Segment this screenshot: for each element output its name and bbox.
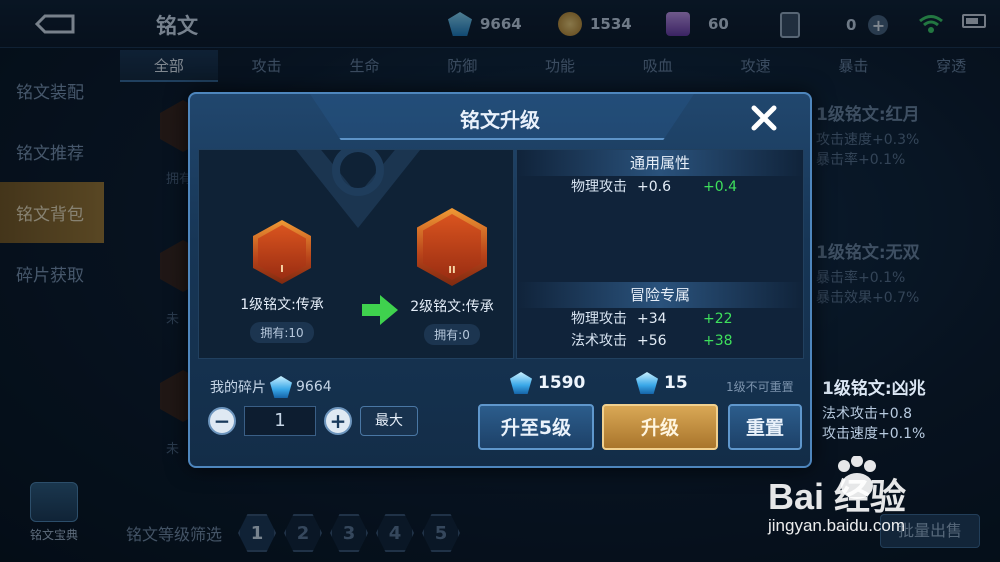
increase-button[interactable]: + [324,407,352,435]
reset-note: 1级不可重置 [726,380,794,394]
rune-level-numeral: I [258,225,306,279]
next-rune: II 2级铭文:传承 拥有:0 [377,208,513,345]
current-rune: I 1级铭文:传承 拥有:10 [207,220,357,343]
crystal-icon [270,376,292,398]
crystal-icon [636,372,658,394]
upgrade-controls: 我的碎片 9664 − 1 + 最大 1590 15 1级不可重置 升至5级 升… [198,362,804,460]
current-rune-name: 1级铭文:传承 [240,297,324,313]
reset-button[interactable]: 重置 [728,404,802,450]
quantity-input[interactable]: 1 [244,406,316,436]
next-rune-owned: 拥有:0 [424,324,480,345]
upgrade-cost: 15 [636,372,688,394]
watermark-url: jingyan.baidu.com [768,516,906,535]
rune-level-numeral: II [423,214,481,280]
rune-card-title: 1级铭文:凶兆 [822,379,926,399]
upgrade-to5-cost: 1590 [510,372,585,394]
minus-icon: − [213,409,231,433]
attribute-value: +0.6 [637,179,671,195]
upgrade-to5-cost-value: 1590 [538,373,586,393]
plus-icon: + [329,409,347,433]
attribute-name: 物理攻击 [571,179,627,195]
fragments-value: 9664 [296,379,332,395]
adventure-attributes-header: 冒险专属 [517,282,803,308]
rune-card-stat: 攻击速度+0.1% [822,426,926,442]
current-rune-owned: 拥有:10 [250,322,314,343]
attribute-row: 物理攻击 +0.6 +0.4 [517,176,803,198]
attribute-panel: 通用属性 物理攻击 +0.6 +0.4 冒险专属 物理攻击 +34 +22 法术… [516,149,804,359]
close-button[interactable] [746,100,782,136]
rune-card-xiongzhao[interactable]: 1级铭文:凶兆 法术攻击+0.8 攻击速度+0.1% [822,374,1000,443]
upgrade-cost-value: 15 [664,373,688,393]
crystal-icon [510,372,532,394]
attribute-name: 法术攻击 [571,333,627,349]
attribute-increase: +0.4 [703,179,737,195]
rune-preview-panel: I 1级铭文:传承 拥有:10 II 2级铭文:传承 拥有:0 [198,149,514,359]
dialog-title: 铭文升级 [460,108,540,132]
rune-level2-icon: II [417,208,487,286]
close-icon [751,105,777,131]
next-rune-name: 2级铭文:传承 [410,299,494,315]
upgrade-to-5-button[interactable]: 升至5级 [478,404,594,450]
watermark-brand: Bai 经验 [768,476,907,517]
watermark: Bai 经验 jingyan.baidu.com [760,456,990,546]
general-attributes-header: 通用属性 [517,150,803,176]
decrease-button[interactable]: − [208,407,236,435]
upgrade-button[interactable]: 升级 [602,404,718,450]
attribute-increase: +22 [703,311,733,327]
attribute-row: 物理攻击 +34 +22 [517,308,803,330]
fragments-label: 我的碎片 [210,380,266,396]
attribute-value: +56 [637,333,667,349]
attribute-value: +34 [637,311,667,327]
attribute-name: 物理攻击 [571,311,627,327]
max-button[interactable]: 最大 [360,406,418,436]
attribute-row: 法术攻击 +56 +38 [517,330,803,352]
rune-card-stat: 法术攻击+0.8 [822,406,912,422]
rune-upgrade-dialog: 铭文升级 I 1级铭文:传承 拥有:10 II 2级铭文:传承 拥有:0 通用属… [188,92,812,468]
rune-level1-icon: I [253,220,311,284]
attribute-increase: +38 [703,333,733,349]
quantity-stepper: − 1 + 最大 [208,406,418,436]
fragments-display: 我的碎片 9664 [210,376,332,398]
